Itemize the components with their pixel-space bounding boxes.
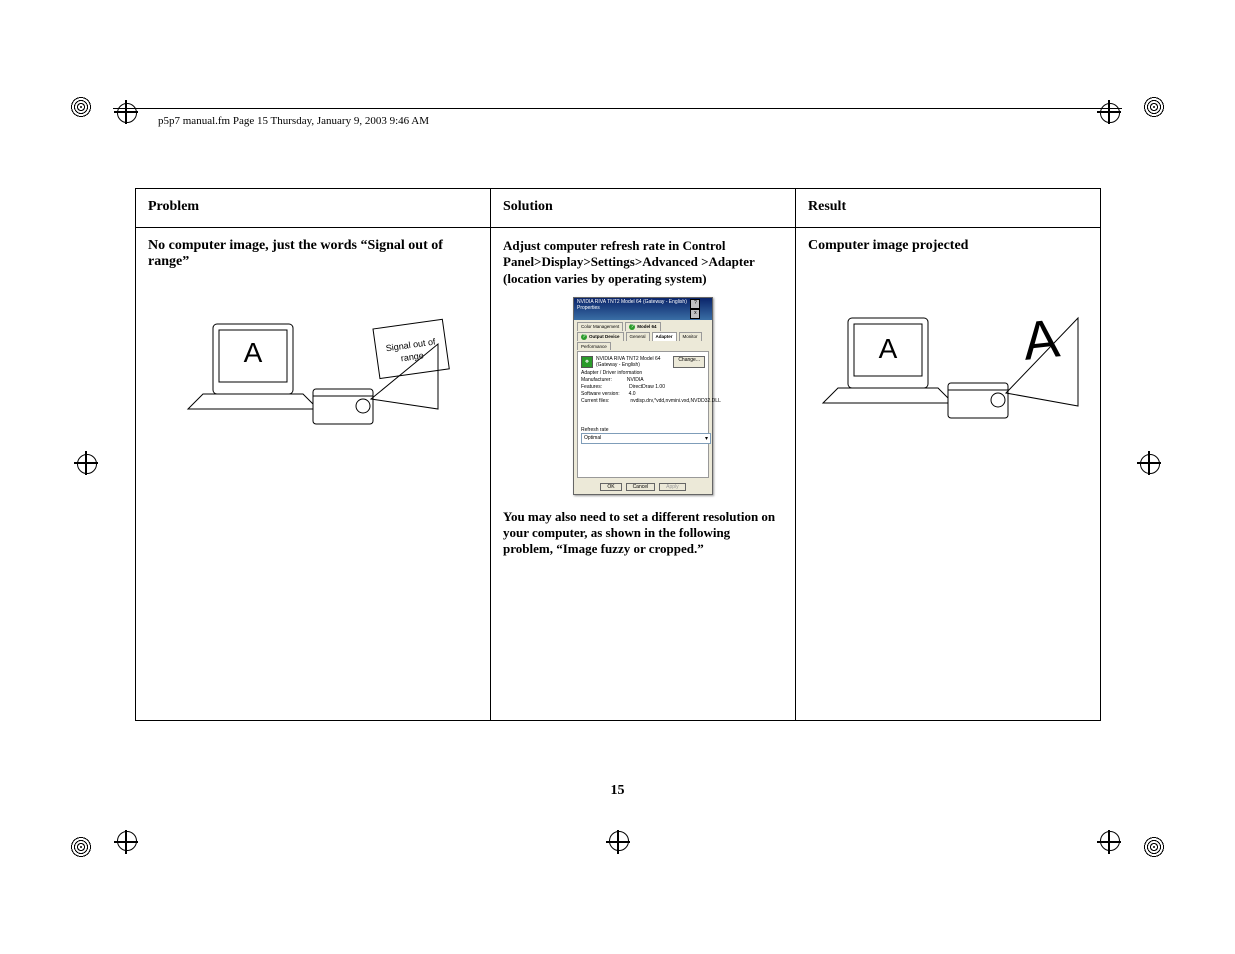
change-button[interactable]: Change... [673, 356, 705, 368]
tab-adapter[interactable]: Adapter [652, 332, 677, 341]
registration-mark [70, 798, 130, 858]
problem-text: No computer image, just the words “Signa… [148, 238, 478, 270]
refresh-rate-select[interactable]: Optimal [581, 433, 711, 444]
col-header-problem: Problem [136, 189, 491, 228]
adapter-properties-dialog: NVIDIA RIVA TNT2 Model 64 (Gateway - Eng… [573, 297, 713, 495]
col-header-result: Result [796, 189, 1101, 228]
result-cell: Computer image projected A [796, 228, 1101, 721]
tab-performance[interactable]: Performance [577, 342, 611, 350]
svg-text:A: A [244, 337, 263, 368]
crop-target-icon [1065, 96, 1125, 156]
tab-monitor[interactable]: Monitor [679, 332, 702, 341]
crop-target-icon [70, 447, 130, 507]
problem-cell: No computer image, just the words “Signa… [136, 228, 491, 721]
svg-text:A: A [1020, 308, 1062, 371]
tab-output-device[interactable]: ?Output Device [577, 332, 624, 341]
page-number: 15 [0, 783, 1235, 799]
crop-target-icon [110, 798, 170, 858]
svg-text:Signal out of: Signal out of [385, 336, 436, 353]
solution-text-2: You may also need to set a different res… [503, 509, 783, 558]
header-rule [113, 108, 1122, 109]
apply-button[interactable]: Apply [659, 483, 686, 491]
problem-illustration: A Signal out of [183, 294, 443, 444]
dialog-title: NVIDIA RIVA TNT2 Model 64 (Gateway - Eng… [577, 299, 689, 319]
crop-target-icon [598, 798, 658, 858]
result-illustration: A A [818, 278, 1078, 428]
window-controls: ? x [689, 299, 709, 319]
result-text: Computer image projected [808, 238, 1088, 254]
svg-text:A: A [879, 333, 898, 364]
troubleshooting-table-wrapper: Problem Solution Result No computer imag… [135, 188, 1100, 721]
tab-general[interactable]: General [626, 332, 650, 341]
registration-mark [1105, 798, 1165, 858]
crop-target-icon [1105, 447, 1165, 507]
solution-text: Adjust computer refresh rate in Control … [503, 238, 783, 287]
dialog-tabs: Color Management ?Model 64 ?Output Devic… [574, 320, 712, 351]
table-row: No computer image, just the words “Signa… [136, 228, 1101, 721]
close-icon[interactable]: x [690, 309, 700, 319]
solution-cell: Adjust computer refresh rate in Control … [491, 228, 796, 721]
dialog-titlebar: NVIDIA RIVA TNT2 Model 64 (Gateway - Eng… [574, 298, 712, 320]
adapter-icon: ❖ [581, 356, 593, 368]
adapter-name: NVIDIA RIVA TNT2 Model 64 (Gateway - Eng… [596, 356, 670, 368]
registration-mark [70, 96, 130, 156]
running-head: p5p7 manual.fm Page 15 Thursday, January… [158, 115, 429, 127]
help-icon[interactable]: ? [690, 299, 700, 309]
svg-text:range: range [400, 350, 424, 363]
ok-button[interactable]: OK [600, 483, 621, 491]
cancel-button[interactable]: Cancel [626, 483, 656, 491]
registration-mark [1105, 96, 1165, 156]
crop-target-icon [1065, 798, 1125, 858]
troubleshooting-table: Problem Solution Result No computer imag… [135, 188, 1101, 721]
tab-color-management[interactable]: Color Management [577, 322, 623, 331]
col-header-solution: Solution [491, 189, 796, 228]
tab-model[interactable]: ?Model 64 [625, 322, 660, 331]
section-label: Adapter / Driver information [581, 370, 705, 376]
